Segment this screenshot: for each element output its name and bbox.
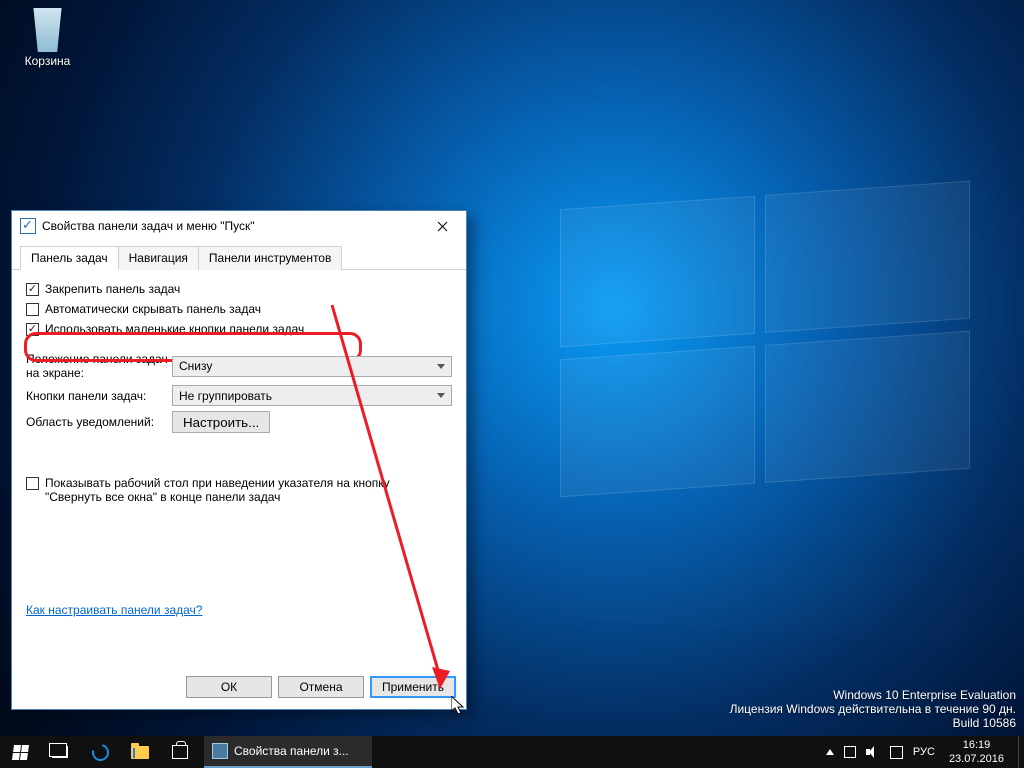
help-link[interactable]: Как настраивать панели задач? — [26, 603, 202, 617]
desktop[interactable]: Корзина Windows 10 Enterprise Evaluation… — [0, 0, 1024, 768]
label-position: Положение панели задач на экране: — [26, 352, 172, 380]
task-icon — [212, 743, 228, 759]
taskbar-properties-dialog[interactable]: Свойства панели задач и меню "Пуск" Пане… — [11, 210, 467, 710]
checkbox[interactable] — [26, 477, 39, 490]
dialog-icon — [20, 218, 36, 234]
combo-value: Снизу — [179, 359, 212, 373]
titlebar[interactable]: Свойства панели задач и меню "Пуск" — [12, 211, 466, 241]
checkbox[interactable] — [26, 323, 39, 336]
tab-toolbars[interactable]: Панели инструментов — [198, 246, 342, 270]
clock-date: 23.07.2016 — [949, 752, 1004, 766]
dialog-title: Свойства панели задач и меню "Пуск" — [42, 219, 420, 233]
store-button[interactable] — [160, 736, 200, 768]
option-small-buttons[interactable]: Использовать маленькие кнопки панели зад… — [26, 322, 452, 336]
cancel-button[interactable]: Отмена — [278, 676, 364, 698]
clock[interactable]: 16:19 23.07.2016 — [945, 736, 1008, 768]
combo-value: Не группировать — [179, 389, 272, 403]
edge-button[interactable] — [80, 736, 120, 768]
volume-icon[interactable] — [866, 746, 880, 758]
option-lock[interactable]: Закрепить панель задач — [26, 282, 452, 296]
ok-button[interactable]: ОК — [186, 676, 272, 698]
clock-time: 16:19 — [949, 738, 1004, 752]
network-icon[interactable] — [844, 746, 856, 758]
customize-button[interactable]: Настроить... — [172, 411, 270, 433]
watermark-line1: Windows 10 Enterprise Evaluation — [730, 688, 1016, 702]
windows-logo-icon — [11, 745, 28, 760]
watermark-line3: Build 10586 — [730, 716, 1016, 730]
label-notify: Область уведомлений: — [26, 415, 172, 429]
button-bar: ОК Отмена Применить — [12, 665, 466, 709]
task-view-button[interactable] — [40, 736, 80, 768]
tab-body: Закрепить панель задач Автоматически скр… — [12, 270, 466, 665]
checkbox[interactable] — [26, 283, 39, 296]
show-desktop-button[interactable] — [1018, 736, 1024, 768]
option-label: Автоматически скрывать панель задач — [45, 302, 261, 316]
explorer-button[interactable] — [120, 736, 160, 768]
tab-taskbar[interactable]: Панель задач — [20, 246, 119, 270]
recycle-bin[interactable]: Корзина — [10, 6, 85, 68]
folder-icon — [131, 746, 149, 759]
close-icon — [437, 221, 448, 232]
taskbar-task-properties[interactable]: Свойства панели з... — [204, 736, 372, 768]
language-indicator[interactable]: РУС — [913, 746, 935, 758]
start-button[interactable] — [0, 736, 40, 768]
watermark: Windows 10 Enterprise Evaluation Лицензи… — [730, 688, 1016, 730]
store-icon — [172, 745, 188, 759]
close-button[interactable] — [420, 212, 464, 240]
taskbar[interactable]: Свойства панели з... РУС 16:19 23.07.201… — [0, 736, 1024, 768]
system-tray: РУС 16:19 23.07.2016 — [816, 736, 1018, 768]
tab-navigation[interactable]: Навигация — [118, 246, 199, 270]
watermark-line2: Лицензия Windows действительна в течение… — [730, 702, 1016, 716]
recycle-bin-icon — [26, 8, 70, 52]
action-center-icon[interactable] — [890, 746, 903, 759]
tab-strip: Панель задач Навигация Панели инструмент… — [12, 241, 466, 270]
edge-icon — [88, 740, 111, 763]
option-label: Использовать маленькие кнопки панели зад… — [45, 322, 304, 336]
combo-position[interactable]: Снизу — [172, 356, 452, 377]
option-label: Показывать рабочий стол при наведении ук… — [45, 476, 425, 504]
tray-overflow-button[interactable] — [826, 749, 834, 755]
checkbox[interactable] — [26, 303, 39, 316]
combo-buttons[interactable]: Не группировать — [172, 385, 452, 406]
option-label: Закрепить панель задач — [45, 282, 180, 296]
task-label: Свойства панели з... — [234, 744, 349, 758]
recycle-bin-label: Корзина — [25, 54, 71, 68]
task-view-icon — [52, 746, 68, 758]
option-autohide[interactable]: Автоматически скрывать панель задач — [26, 302, 452, 316]
option-peek[interactable]: Показывать рабочий стол при наведении ук… — [26, 476, 452, 504]
label-buttons: Кнопки панели задач: — [26, 389, 172, 403]
apply-button[interactable]: Применить — [370, 676, 456, 698]
